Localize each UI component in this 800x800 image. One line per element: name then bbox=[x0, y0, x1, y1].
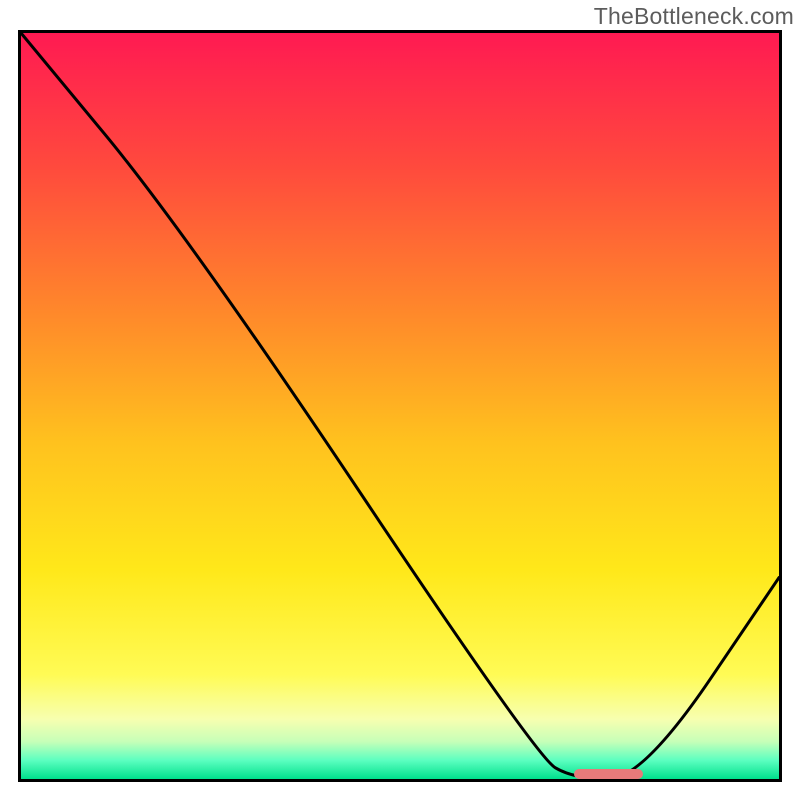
optimal-range-marker bbox=[574, 769, 642, 779]
curve-layer bbox=[21, 33, 779, 779]
chart-container: TheBottleneck.com bbox=[0, 0, 800, 800]
bottleneck-curve-path bbox=[21, 33, 779, 779]
watermark-text: TheBottleneck.com bbox=[594, 3, 794, 30]
plot-area bbox=[18, 30, 782, 782]
